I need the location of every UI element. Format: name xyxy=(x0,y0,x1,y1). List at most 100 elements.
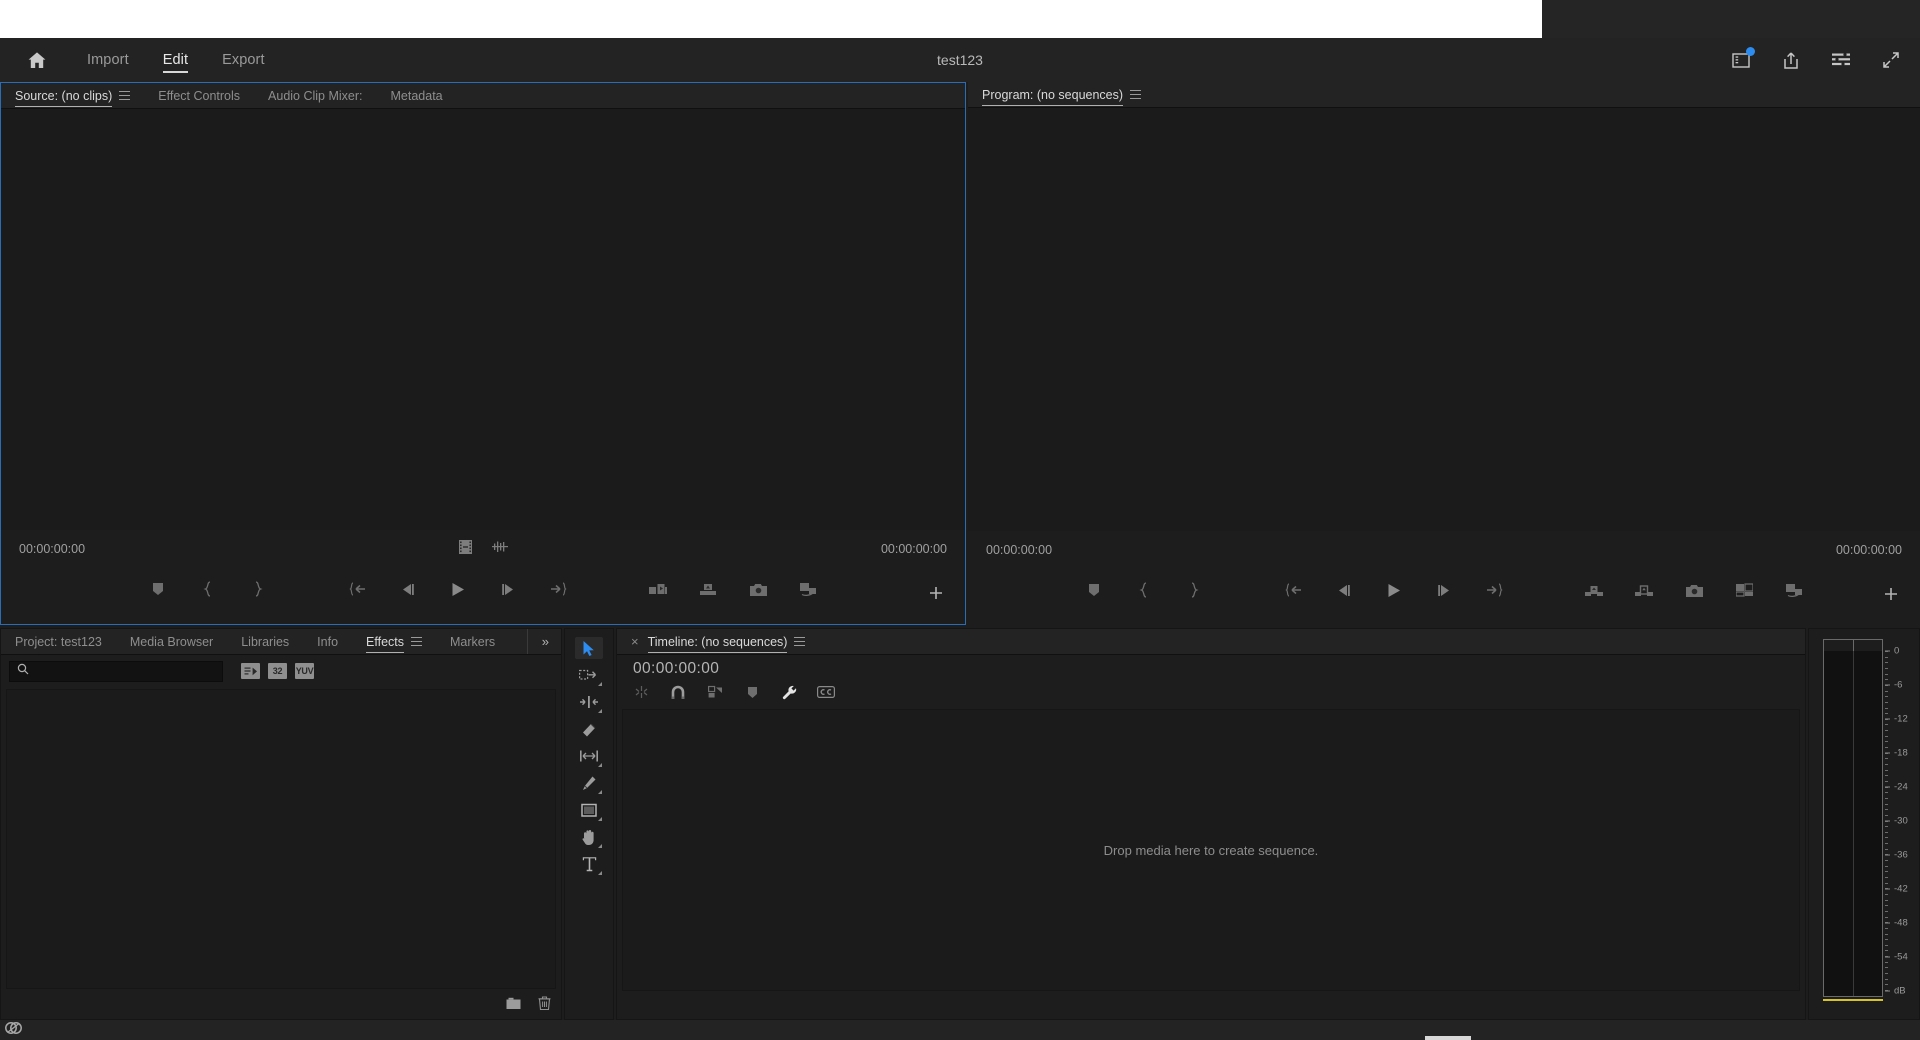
step-forward-icon[interactable] xyxy=(1433,579,1455,601)
play-icon[interactable] xyxy=(447,578,469,600)
go-to-in-icon[interactable] xyxy=(347,578,369,600)
insert-overwrite-icon[interactable] xyxy=(631,683,651,701)
step-back-icon[interactable] xyxy=(1333,579,1355,601)
film-strip-icon[interactable] xyxy=(458,539,472,559)
source-monitor-panel: Source: (no clips) Effect Controls Audio… xyxy=(0,82,966,625)
linked-selection-icon[interactable] xyxy=(705,683,725,701)
timeline-playhead-timecode[interactable]: 00:00:00:00 xyxy=(633,660,719,678)
step-back-icon[interactable] xyxy=(397,578,419,600)
tab-markers[interactable]: Markers xyxy=(436,629,509,654)
close-icon[interactable]: × xyxy=(631,634,639,649)
audio-waveform-icon[interactable] xyxy=(491,540,508,559)
workspaces-icon[interactable] xyxy=(1730,47,1755,71)
audio-meter-bars[interactable] xyxy=(1823,639,1883,1001)
ripple-edit-tool[interactable] xyxy=(575,691,603,713)
creative-cloud-icon[interactable] xyxy=(5,1021,22,1040)
lift-icon[interactable] xyxy=(1583,579,1605,601)
go-to-out-icon[interactable] xyxy=(547,578,569,600)
rate-stretch-tool[interactable] xyxy=(575,745,603,767)
timeline-settings-wrench-icon[interactable] xyxy=(779,683,799,701)
source-timecode-current[interactable]: 00:00:00:00 xyxy=(19,542,85,556)
type-tool[interactable] xyxy=(575,853,603,875)
razor-tool[interactable] xyxy=(575,718,603,740)
share-icon[interactable] xyxy=(1780,49,1802,71)
add-marker-icon[interactable] xyxy=(1083,579,1105,601)
tab-effect-controls[interactable]: Effect Controls xyxy=(144,83,254,108)
audio-meter-clip-indicators[interactable] xyxy=(1823,639,1883,651)
program-viewer-area[interactable] xyxy=(968,108,1920,531)
tab-metadata[interactable]: Metadata xyxy=(377,83,457,108)
overwrite-icon[interactable] xyxy=(697,578,719,600)
new-custom-bin-icon[interactable] xyxy=(506,997,522,1015)
yuv-effects-badge[interactable]: YUV xyxy=(295,663,314,679)
go-to-out-icon[interactable] xyxy=(1483,579,1505,601)
effects-panel-menu-icon[interactable] xyxy=(411,637,423,646)
program-panel-menu-icon[interactable] xyxy=(1130,90,1142,99)
timeline-toolbar xyxy=(631,683,836,701)
add-marker-icon[interactable] xyxy=(147,578,169,600)
mark-in-icon[interactable] xyxy=(1133,579,1155,601)
tab-source[interactable]: Source: (no clips) xyxy=(1,83,144,108)
program-timecode-current[interactable]: 00:00:00:00 xyxy=(986,543,1052,557)
comparison-view-icon[interactable] xyxy=(1733,579,1755,601)
selection-tool[interactable] xyxy=(575,637,603,659)
export-frame-icon[interactable] xyxy=(747,578,769,600)
tab-program[interactable]: Program: (no sequences) xyxy=(968,82,1155,107)
program-transport-controls xyxy=(968,575,1920,605)
captions-cc-icon[interactable] xyxy=(816,683,836,701)
audio-meter-scale: 0 -6 -12 -18 -24 -30 -36 -42 -48 -54 dB xyxy=(1885,639,1920,1001)
32-bit-color-badge[interactable]: 32 xyxy=(268,663,287,679)
pen-tool[interactable] xyxy=(575,772,603,794)
tabs-overflow-chevron-icon[interactable]: » xyxy=(526,629,561,654)
source-timecode-duration[interactable]: 00:00:00:00 xyxy=(881,542,947,556)
tab-libraries-label: Libraries xyxy=(241,634,290,649)
export-frame-icon[interactable] xyxy=(1683,579,1705,601)
snap-icon[interactable] xyxy=(668,683,688,701)
bottom-scroll-indicator[interactable] xyxy=(1425,1036,1471,1040)
tab-timeline[interactable]: × Timeline: (no sequences) xyxy=(617,629,819,654)
home-icon[interactable] xyxy=(14,38,60,82)
track-select-forward-tool[interactable] xyxy=(575,664,603,686)
program-timecode-duration[interactable]: 00:00:00:00 xyxy=(1836,543,1902,557)
quick-export-menu-icon[interactable] xyxy=(1830,49,1852,71)
delete-icon[interactable] xyxy=(538,996,551,1015)
tab-project[interactable]: Project: test123 xyxy=(1,629,116,654)
tab-libraries[interactable]: Libraries xyxy=(227,629,303,654)
play-icon[interactable] xyxy=(1383,579,1405,601)
effects-tree-list[interactable] xyxy=(6,689,556,989)
extract-icon[interactable] xyxy=(1633,579,1655,601)
nav-tab-export-label: Export xyxy=(222,52,265,68)
timeline-panel-tabs: × Timeline: (no sequences) xyxy=(617,629,1805,655)
clip-indicator-right[interactable] xyxy=(1854,640,1883,651)
source-button-editor-icon[interactable] xyxy=(927,584,945,602)
tab-media-browser[interactable]: Media Browser xyxy=(116,629,227,654)
rectangle-tool[interactable] xyxy=(575,799,603,821)
nav-tab-export[interactable]: Export xyxy=(205,38,282,82)
accelerated-effects-badge[interactable] xyxy=(241,663,260,679)
scale-label-minus54: -54 xyxy=(1894,951,1908,963)
fullscreen-icon[interactable] xyxy=(1880,49,1902,71)
insert-icon[interactable] xyxy=(647,578,669,600)
effects-search-input[interactable] xyxy=(35,664,215,678)
timeline-panel-menu-icon[interactable] xyxy=(794,637,806,646)
mark-in-icon[interactable] xyxy=(197,578,219,600)
effects-search-box[interactable] xyxy=(9,660,223,682)
step-forward-icon[interactable] xyxy=(497,578,519,600)
source-viewer-area[interactable] xyxy=(1,109,965,530)
nav-tab-edit[interactable]: Edit xyxy=(146,38,205,82)
hand-tool[interactable] xyxy=(575,826,603,848)
timeline-drop-area[interactable]: Drop media here to create sequence. xyxy=(622,709,1800,991)
tab-audio-clip-mixer[interactable]: Audio Clip Mixer: xyxy=(254,83,376,108)
tab-effects[interactable]: Effects xyxy=(352,629,436,654)
multicam-icon[interactable] xyxy=(1783,579,1805,601)
mark-out-icon[interactable] xyxy=(247,578,269,600)
program-button-editor-icon[interactable] xyxy=(1882,585,1900,603)
nav-tab-import[interactable]: Import xyxy=(70,38,146,82)
mark-out-icon[interactable] xyxy=(1183,579,1205,601)
comparison-view-icon[interactable] xyxy=(797,578,819,600)
go-to-in-icon[interactable] xyxy=(1283,579,1305,601)
tab-info[interactable]: Info xyxy=(303,629,352,654)
clip-indicator-left[interactable] xyxy=(1824,640,1854,651)
add-marker-icon[interactable] xyxy=(742,683,762,701)
source-panel-menu-icon[interactable] xyxy=(119,91,131,100)
